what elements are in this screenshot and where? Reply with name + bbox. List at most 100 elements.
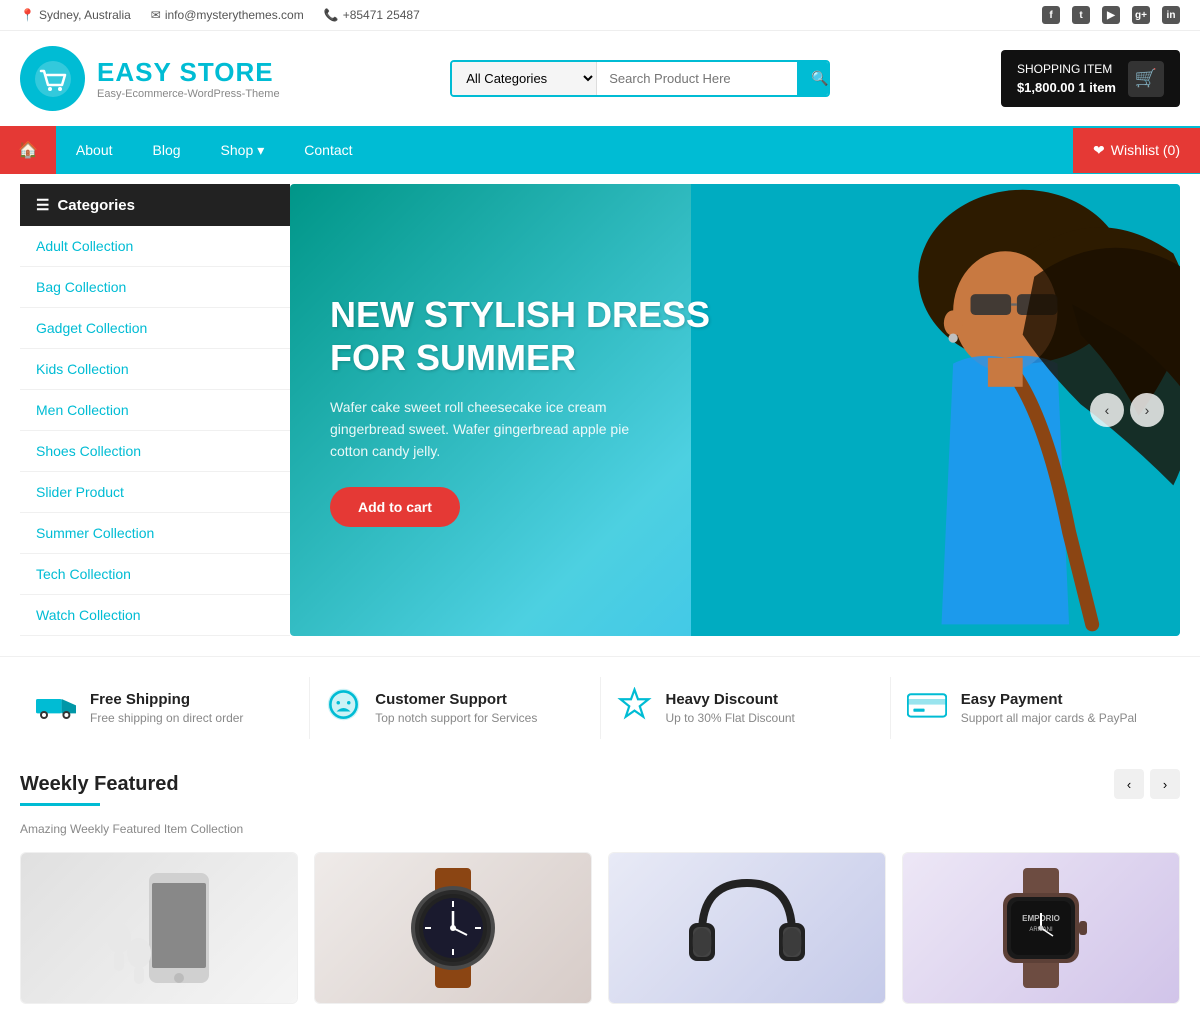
category-select[interactable]: All Categories Adult Collection Bag Coll… [452,62,597,95]
feature-payment-title: Easy Payment [961,691,1137,708]
cart-items: 1 item [1078,80,1116,95]
logo-text: EASY STORE Easy-Ecommerce-WordPress-Them… [97,57,280,100]
product-card-phone[interactable] [20,852,298,1004]
weekly-underline [20,803,100,806]
product-image-watch1 [315,853,591,1003]
discount-icon [617,687,652,729]
site-header: EASY STORE Easy-Ecommerce-WordPress-Them… [0,31,1200,126]
top-bar: 📍 Sydney, Australia ✉ info@mysterythemes… [0,0,1200,31]
product-image-watch2: EMPORIO ARMANI [903,853,1179,1003]
product-image-phone [21,853,297,1003]
feature-shipping-desc: Free shipping on direct order [90,711,243,725]
sidebar-item-gadget[interactable]: Gadget Collection [20,308,290,349]
logo-area: EASY STORE Easy-Ecommerce-WordPress-Them… [20,46,280,111]
sidebar-item-men[interactable]: Men Collection [20,390,290,431]
slider-add-to-cart[interactable]: Add to cart [330,487,460,527]
weekly-next-button[interactable]: › [1150,769,1180,799]
slider-navigation: ‹ › [1090,393,1164,427]
sidebar-title: Categories [57,197,135,214]
feature-shipping: Free Shipping Free shipping on direct or… [20,677,310,739]
feature-support: Customer Support Top notch support for S… [310,677,600,739]
weekly-featured-section: Weekly Featured ‹ › Amazing Weekly Featu… [0,759,1200,1024]
hero-slider: NEW STYLISH DRESS FOR SUMMER Wafer cake … [290,184,1180,636]
sidebar-item-shoes[interactable]: Shoes Collection [20,431,290,472]
sidebar-item-adult[interactable]: Adult Collection [20,226,290,267]
support-icon [326,687,361,729]
nav-about-label: About [76,142,113,158]
slider-prev-button[interactable]: ‹ [1090,393,1124,427]
twitter-icon[interactable]: t [1072,6,1090,24]
weekly-subtitle: Amazing Weekly Featured Item Collection [20,822,1180,836]
logo-title: EASY STORE [97,57,280,88]
heart-icon: ❤ [1093,142,1105,159]
sidebar: ☰ Categories Adult Collection Bag Collec… [20,184,290,636]
weekly-prev-button[interactable]: ‹ [1114,769,1144,799]
product-card-watch1[interactable] [314,852,592,1004]
nav-contact[interactable]: Contact [284,128,372,172]
nav-contact-label: Contact [304,142,352,158]
shipping-icon [36,690,76,727]
slider-content: NEW STYLISH DRESS FOR SUMMER Wafer cake … [290,253,750,567]
phone-info: 📞 +85471 25487 [324,8,420,22]
email-text: info@mysterythemes.com [165,8,304,22]
nav-blog-label: Blog [153,142,181,158]
feature-support-text: Customer Support Top notch support for S… [375,691,537,725]
facebook-icon[interactable]: f [1042,6,1060,24]
google-plus-icon[interactable]: g+ [1132,6,1150,24]
cart-icon: 🛒 [1128,61,1164,97]
search-button[interactable]: 🔍 [797,62,830,95]
main-content: ☰ Categories Adult Collection Bag Collec… [0,184,1200,636]
feature-shipping-text: Free Shipping Free shipping on direct or… [90,691,243,725]
payment-icon [907,690,947,727]
location-icon: 📍 [20,8,35,22]
phone-icon: 📞 [324,8,339,22]
top-bar-contact: 📍 Sydney, Australia ✉ info@mysterythemes… [20,8,420,22]
product-image-headphones [609,853,885,1003]
feature-payment-desc: Support all major cards & PayPal [961,711,1137,725]
feature-support-title: Customer Support [375,691,537,708]
feature-discount-desc: Up to 30% Flat Discount [666,711,795,725]
nav-shop[interactable]: Shop ▾ [201,128,285,173]
nav-bar: 🏠 About Blog Shop ▾ Contact ❤ Wishlist (… [0,126,1200,174]
logo-subtitle: Easy-Ecommerce-WordPress-Theme [97,88,280,100]
sidebar-item-bag[interactable]: Bag Collection [20,267,290,308]
weekly-title-area: Weekly Featured [20,773,179,796]
email-info: ✉ info@mysterythemes.com [151,8,304,22]
feature-discount-title: Heavy Discount [666,691,795,708]
nav-home-button[interactable]: 🏠 [0,126,56,174]
sidebar-item-summer[interactable]: Summer Collection [20,513,290,554]
nav-blog[interactable]: Blog [133,128,201,172]
sidebar-item-kids[interactable]: Kids Collection [20,349,290,390]
search-input[interactable] [597,63,797,94]
products-grid: EMPORIO ARMANI [20,852,1180,1004]
cart-area[interactable]: SHOPPING ITEM $1,800.00 1 item 🛒 [1001,50,1180,108]
feature-discount-text: Heavy Discount Up to 30% Flat Discount [666,691,795,725]
wishlist-label: Wishlist (0) [1111,142,1180,158]
email-icon: ✉ [151,8,161,22]
sidebar-item-tech[interactable]: Tech Collection [20,554,290,595]
feature-support-desc: Top notch support for Services [375,711,537,725]
cart-info: SHOPPING ITEM $1,800.00 1 item [1017,60,1116,98]
location-info: 📍 Sydney, Australia [20,8,131,22]
nav-about[interactable]: About [56,128,133,172]
youtube-icon[interactable]: ▶ [1102,6,1120,24]
sidebar-item-slider[interactable]: Slider Product [20,472,290,513]
wishlist-button[interactable]: ❤ Wishlist (0) [1073,128,1200,173]
cart-logo-svg [33,59,73,99]
linkedin-icon[interactable]: in [1162,6,1180,24]
product-card-watch2[interactable]: EMPORIO ARMANI [902,852,1180,1004]
sidebar-header: ☰ Categories [20,184,290,226]
search-area: All Categories Adult Collection Bag Coll… [450,60,830,97]
feature-discount: Heavy Discount Up to 30% Flat Discount [601,677,891,739]
slider-next-button[interactable]: › [1130,393,1164,427]
features-bar: Free Shipping Free shipping on direct or… [0,656,1200,759]
weekly-navigation: ‹ › [1114,769,1180,799]
weekly-header: Weekly Featured ‹ › [20,769,1180,799]
location-text: Sydney, Australia [39,8,131,22]
cart-price: $1,800.00 1 item [1017,78,1116,98]
product-card-headphones[interactable] [608,852,886,1004]
slider-description: Wafer cake sweet roll cheesecake ice cre… [330,396,670,463]
menu-icon: ☰ [36,196,49,214]
sidebar-item-watch[interactable]: Watch Collection [20,595,290,636]
phone-text: +85471 25487 [343,8,420,22]
